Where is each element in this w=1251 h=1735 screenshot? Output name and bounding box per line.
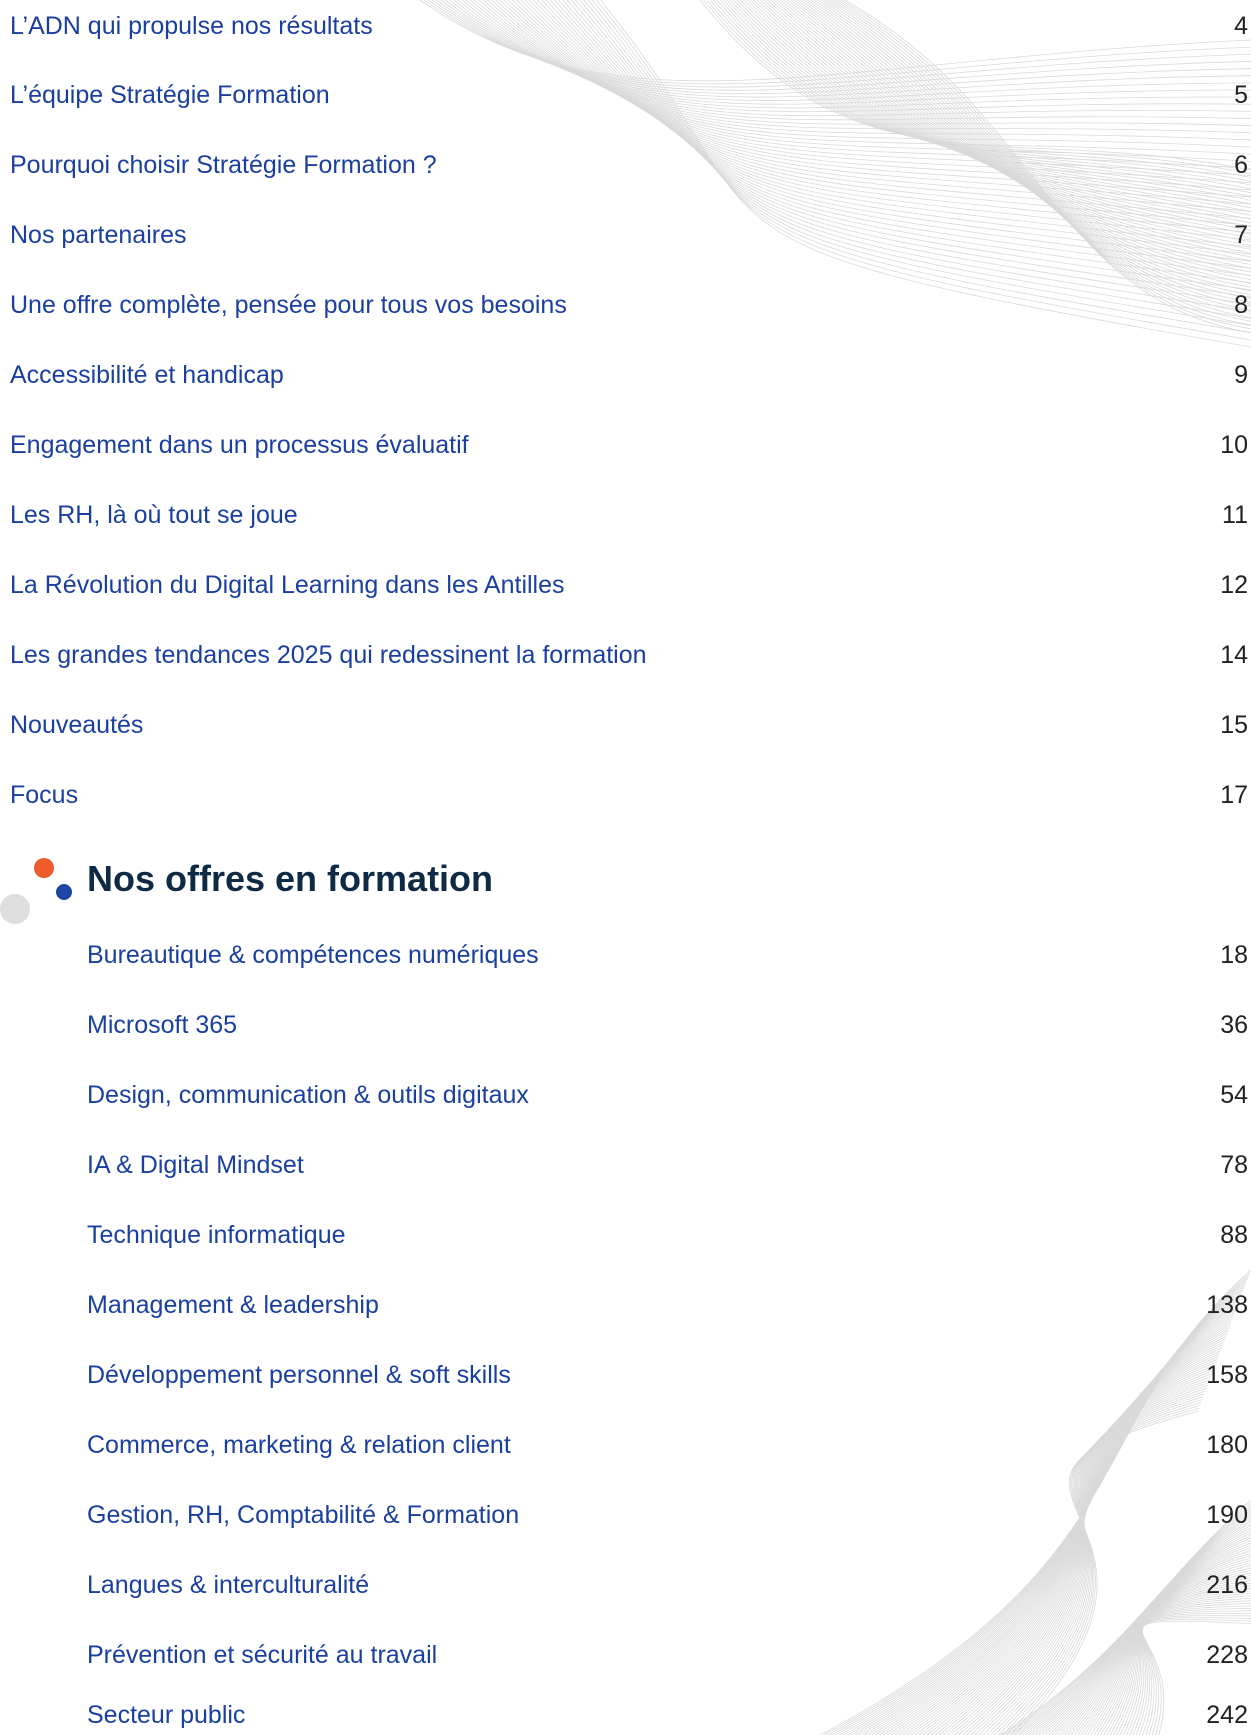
toc-item-page: 10 bbox=[1220, 430, 1248, 459]
toc-item-label: IA & Digital Mindset bbox=[87, 1150, 304, 1179]
wave-line bbox=[950, 1364, 1251, 1735]
wave-line bbox=[930, 1350, 1251, 1735]
wave-line bbox=[914, 1338, 1251, 1735]
toc-item-label: Pourquoi choisir Stratégie Formation ? bbox=[10, 150, 437, 179]
toc-subitem-bureautique[interactable]: Bureautique & compétences numériques 18 bbox=[87, 935, 1251, 975]
toc-item-page: 54 bbox=[1220, 1080, 1248, 1109]
toc-item-page: 228 bbox=[1206, 1640, 1248, 1669]
toc-item-nouveautes[interactable]: Nouveautés 15 bbox=[10, 705, 1251, 745]
toc-subitem-ia[interactable]: IA & Digital Mindset 78 bbox=[87, 1145, 1251, 1185]
toc-subitem-prevention[interactable]: Prévention et sécurité au travail 228 bbox=[87, 1635, 1251, 1675]
toc-item-offre[interactable]: Une offre complète, pensée pour tous vos… bbox=[10, 285, 1251, 325]
toc-item-label: Développement personnel & soft skills bbox=[87, 1360, 511, 1389]
toc-item-label: Une offre complète, pensée pour tous vos… bbox=[10, 290, 567, 319]
toc-item-label: Management & leadership bbox=[87, 1290, 379, 1319]
toc-item-page: 8 bbox=[1234, 290, 1248, 319]
toc-item-page: 5 bbox=[1234, 80, 1248, 109]
toc-item-tendances[interactable]: Les grandes tendances 2025 qui redessine… bbox=[10, 635, 1251, 675]
toc-item-accessibilite[interactable]: Accessibilité et handicap 9 bbox=[10, 355, 1251, 395]
toc-item-equipe[interactable]: L’équipe Stratégie Formation 5 bbox=[10, 75, 1251, 115]
wave-line bbox=[918, 1341, 1251, 1735]
toc-item-page: 17 bbox=[1220, 780, 1248, 809]
toc-item-label: Accessibilité et handicap bbox=[10, 360, 284, 389]
toc-item-label: Engagement dans un processus évaluatif bbox=[10, 430, 469, 459]
toc-item-page: 11 bbox=[1222, 500, 1248, 529]
toc-item-label: Gestion, RH, Comptabilité & Formation bbox=[87, 1500, 520, 1529]
toc-subitem-microsoft365[interactable]: Microsoft 365 36 bbox=[87, 1005, 1251, 1045]
toc-item-page: 6 bbox=[1234, 150, 1248, 179]
toc-item-label: Langues & interculturalité bbox=[87, 1570, 370, 1599]
toc-item-page: 15 bbox=[1220, 710, 1248, 739]
toc-item-page: 158 bbox=[1206, 1360, 1248, 1389]
toc-subitem-design[interactable]: Design, communication & outils digitaux … bbox=[87, 1075, 1251, 1115]
toc-item-page: 12 bbox=[1220, 570, 1248, 599]
toc-item-page: 88 bbox=[1220, 1220, 1248, 1249]
wave-line bbox=[934, 1353, 1251, 1735]
toc-subitem-langues[interactable]: Langues & interculturalité 216 bbox=[87, 1565, 1251, 1605]
wave-line bbox=[938, 1356, 1251, 1735]
wave-line bbox=[946, 1361, 1251, 1735]
toc-item-page: 78 bbox=[1220, 1150, 1248, 1179]
toc-item-label: Nouveautés bbox=[10, 710, 144, 739]
toc-item-page: 216 bbox=[1206, 1570, 1248, 1599]
toc-item-label: Secteur public bbox=[87, 1700, 246, 1729]
toc-item-pourquoi[interactable]: Pourquoi choisir Stratégie Formation ? 6 bbox=[10, 145, 1251, 185]
toc-subitem-secteur-public[interactable]: Secteur public 242 bbox=[87, 1695, 1251, 1735]
toc-item-page: 14 bbox=[1220, 640, 1248, 669]
toc-item-label: Les RH, là où tout se joue bbox=[10, 500, 298, 529]
toc-item-page: 18 bbox=[1220, 940, 1248, 969]
accent-dot-grey bbox=[0, 894, 30, 924]
wave-line bbox=[910, 1335, 1251, 1735]
toc-item-focus[interactable]: Focus 17 bbox=[10, 775, 1251, 815]
toc-item-label: Technique informatique bbox=[87, 1220, 346, 1249]
toc-subitem-technique[interactable]: Technique informatique 88 bbox=[87, 1215, 1251, 1255]
toc-item-label: Design, communication & outils digitaux bbox=[87, 1080, 529, 1109]
toc-item-page: 138 bbox=[1206, 1290, 1248, 1319]
toc-item-engagement[interactable]: Engagement dans un processus évaluatif 1… bbox=[10, 425, 1251, 465]
toc-item-label: Nos partenaires bbox=[10, 220, 187, 249]
toc-item-label: Commerce, marketing & relation client bbox=[87, 1430, 511, 1459]
toc-item-label: Bureautique & compétences numériques bbox=[87, 940, 539, 969]
toc-item-page: 190 bbox=[1206, 1500, 1248, 1529]
wave-line bbox=[942, 1358, 1251, 1735]
toc-item-page: 4 bbox=[1234, 11, 1248, 40]
toc-item-label: La Révolution du Digital Learning dans l… bbox=[10, 570, 565, 599]
toc-item-label: Les grandes tendances 2025 qui redessine… bbox=[10, 640, 647, 669]
toc-item-label: Prévention et sécurité au travail bbox=[87, 1640, 438, 1669]
toc-item-page: 242 bbox=[1206, 1700, 1248, 1729]
toc-item-page: 180 bbox=[1206, 1430, 1248, 1459]
toc-item-page: 9 bbox=[1234, 360, 1248, 389]
wave-line bbox=[922, 1344, 1251, 1735]
section-heading-offres: Nos offres en formation bbox=[87, 858, 494, 899]
toc-subitem-commerce[interactable]: Commerce, marketing & relation client 18… bbox=[87, 1425, 1251, 1465]
accent-dot-orange bbox=[34, 858, 54, 878]
wave-line bbox=[954, 1367, 1251, 1735]
accent-dot-blue bbox=[56, 884, 72, 900]
toc-item-digital-learning[interactable]: La Révolution du Digital Learning dans l… bbox=[10, 565, 1251, 605]
toc-item-label: Microsoft 365 bbox=[87, 1010, 238, 1039]
toc-item-page: 36 bbox=[1220, 1010, 1248, 1039]
toc-item-partenaires[interactable]: Nos partenaires 7 bbox=[10, 215, 1251, 255]
toc-item-label: L’équipe Stratégie Formation bbox=[10, 80, 330, 109]
toc-subitem-gestion[interactable]: Gestion, RH, Comptabilité & Formation 19… bbox=[87, 1495, 1251, 1535]
toc-item-page: 7 bbox=[1234, 220, 1248, 249]
toc-page: L’ADN qui propulse nos résultats 4 L’équ… bbox=[0, 0, 1251, 1735]
toc-subitem-management[interactable]: Management & leadership 138 bbox=[87, 1285, 1251, 1325]
toc-item-label: Focus bbox=[10, 780, 79, 809]
toc-item-label: L’ADN qui propulse nos résultats bbox=[10, 11, 373, 40]
toc-subitem-developpement[interactable]: Développement personnel & soft skills 15… bbox=[87, 1355, 1251, 1395]
toc-item-rh[interactable]: Les RH, là où tout se joue 11 bbox=[10, 495, 1251, 535]
toc-item-adn[interactable]: L’ADN qui propulse nos résultats 4 bbox=[10, 6, 1251, 46]
wave-line bbox=[926, 1347, 1251, 1735]
